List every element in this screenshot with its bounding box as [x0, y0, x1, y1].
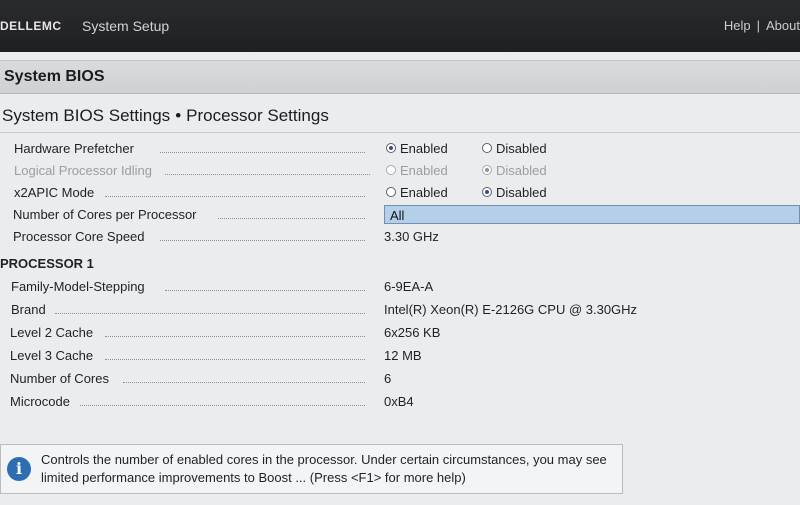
info-label: Level 3 Cache: [10, 348, 98, 363]
leader-dots: [55, 313, 365, 314]
radio-enabled: Enabled: [386, 163, 448, 178]
leader-dots: [160, 240, 365, 241]
help-text: Controls the number of enabled cores in …: [41, 452, 607, 485]
breadcrumb-separator: •: [175, 106, 182, 125]
info-label: Microcode: [10, 394, 74, 409]
dell-emc-logo: DELLEMC: [0, 19, 62, 33]
setting-row-logical-processor-idling: Logical Processor Idling Enabled Disable…: [0, 161, 800, 181]
info-icon: i: [7, 457, 31, 481]
info-value: 6: [384, 371, 392, 386]
leader-dots: [165, 174, 370, 175]
leader-dots: [105, 359, 365, 360]
setting-label: x2APIC Mode: [14, 185, 99, 200]
leader-dots: [218, 218, 365, 219]
radio-unselected-icon: [386, 165, 396, 175]
leader-dots: [80, 405, 365, 406]
info-row-level-3-cache: Level 3 Cache 12 MB: [0, 346, 800, 366]
leader-dots: [105, 336, 365, 337]
radio-unselected-icon: [482, 143, 492, 153]
info-label: Number of Cores: [10, 371, 113, 386]
leader-dots: [105, 196, 365, 197]
setting-row-processor-core-speed: Processor Core Speed 3.30 GHz: [0, 227, 800, 247]
top-links: Help | About: [724, 18, 800, 33]
info-label: Brand: [11, 302, 50, 317]
about-link[interactable]: About: [766, 18, 800, 33]
setting-label: Logical Processor Idling: [14, 163, 157, 178]
breadcrumb-item-bios-settings[interactable]: System BIOS Settings: [2, 106, 170, 125]
cores-per-processor-select[interactable]: All: [384, 205, 800, 224]
info-label: Family-Model-Stepping: [11, 279, 149, 294]
radio-selected-icon: [482, 165, 492, 175]
setting-label: Hardware Prefetcher: [14, 141, 138, 156]
info-row-microcode: Microcode 0xB4: [0, 392, 800, 412]
info-value: 6x256 KB: [384, 325, 441, 340]
radio-disabled: Disabled: [482, 163, 547, 178]
breadcrumb: System BIOS Settings • Processor Settings: [2, 106, 329, 126]
info-row-family-model-stepping: Family-Model-Stepping 6-9EA-A: [0, 277, 800, 297]
radio-unselected-icon: [386, 187, 396, 197]
breadcrumb-item-processor-settings: Processor Settings: [186, 106, 329, 125]
app-title: System Setup: [82, 18, 170, 34]
setting-label: Processor Core Speed: [13, 229, 149, 244]
radio-enabled[interactable]: Enabled: [386, 185, 448, 200]
info-value: Intel(R) Xeon(R) E-2126G CPU @ 3.30GHz: [384, 302, 638, 317]
info-label: Level 2 Cache: [10, 325, 98, 340]
setting-row-hardware-prefetcher: Hardware Prefetcher Enabled Disabled: [0, 139, 800, 159]
help-panel: i Controls the number of enabled cores i…: [0, 444, 623, 494]
page-title-bar: System BIOS: [0, 60, 800, 94]
leader-dots: [165, 290, 365, 291]
info-value: 0xB4: [384, 394, 414, 409]
leader-dots: [160, 152, 365, 153]
leader-dots: [123, 382, 365, 383]
info-value: 6-9EA-A: [384, 279, 434, 294]
info-row-brand: Brand Intel(R) Xeon(R) E-2126G CPU @ 3.3…: [0, 300, 800, 320]
setting-value: 3.30 GHz: [384, 229, 439, 244]
top-bar: DELLEMC System Setup Help | About: [0, 0, 800, 52]
settings-list: Hardware Prefetcher Enabled Disabled Log…: [0, 132, 800, 431]
info-row-number-of-cores: Number of Cores 6: [0, 369, 800, 389]
radio-selected-icon: [482, 187, 492, 197]
radio-enabled[interactable]: Enabled: [386, 141, 448, 156]
link-separator: |: [756, 18, 761, 33]
setting-row-x2apic-mode: x2APIC Mode Enabled Disabled: [0, 183, 800, 203]
radio-disabled[interactable]: Disabled: [482, 141, 547, 156]
radio-disabled[interactable]: Disabled: [482, 185, 547, 200]
page-title: System BIOS: [4, 68, 105, 85]
help-link[interactable]: Help: [724, 18, 751, 33]
processor-section-heading: PROCESSOR 1: [0, 256, 94, 271]
info-row-level-2-cache: Level 2 Cache 6x256 KB: [0, 323, 800, 343]
setting-label: Number of Cores per Processor: [13, 207, 201, 222]
radio-selected-icon: [386, 143, 396, 153]
info-value: 12 MB: [384, 348, 422, 363]
